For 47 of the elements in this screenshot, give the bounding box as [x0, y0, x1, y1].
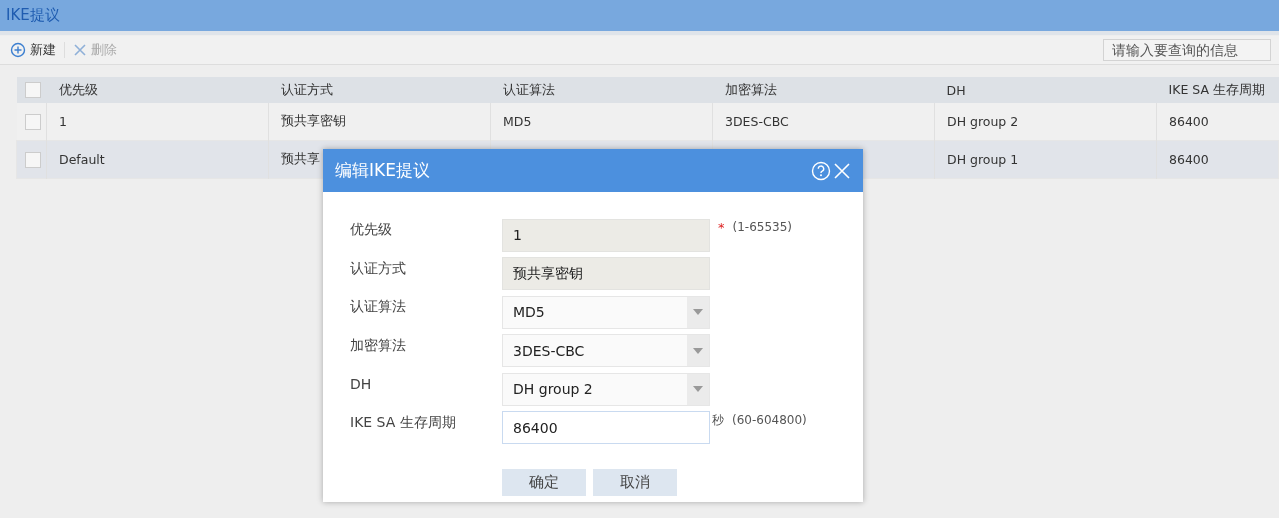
caret-icon	[693, 386, 703, 393]
dropdown[interactable]: 3DES-CBC	[502, 334, 710, 368]
field-label: 认证方式	[350, 259, 407, 278]
column-header[interactable]: 优先级	[58, 81, 98, 97]
help-icon[interactable]	[811, 160, 831, 181]
field-label: 优先级	[350, 221, 393, 240]
dropdown[interactable]: DH group 2	[502, 372, 710, 406]
checkbox[interactable]	[24, 82, 41, 99]
input-field[interactable]: 预共享密钥	[502, 257, 710, 291]
checkbox[interactable]	[24, 113, 41, 130]
table-cell: 预共享	[281, 151, 320, 166]
required-mark: *	[718, 220, 725, 235]
add-icon	[10, 42, 26, 58]
table-cell: 3DES-CBC	[725, 114, 789, 129]
table-cell: DH group 2	[947, 114, 1019, 129]
field-label: DH	[350, 376, 373, 393]
close-icon[interactable]	[833, 161, 851, 180]
checkbox[interactable]	[25, 151, 41, 168]
dialog-title: 编辑IKE提议	[335, 159, 430, 182]
field-label: 加密算法	[350, 336, 407, 355]
input-field[interactable]: 1	[502, 218, 710, 252]
range-hint: (1-65535)	[732, 220, 792, 234]
unit-label: 秒	[712, 411, 724, 429]
table-cell: 1	[59, 114, 67, 129]
table-cell: MD5	[503, 114, 532, 129]
toolbar-button[interactable]: 新建	[8, 41, 58, 59]
caret-icon	[693, 309, 703, 316]
dropdown[interactable]: MD5	[502, 295, 710, 329]
column-header[interactable]: 加密算法	[724, 81, 777, 97]
table-cell: Default	[59, 152, 105, 167]
table-cell: DH group 1	[947, 152, 1019, 167]
table-cell: 86400	[1169, 152, 1209, 167]
column-header[interactable]: 认证方式	[280, 81, 333, 97]
field-label: 认证算法	[350, 298, 407, 317]
dialog-button[interactable]: 取消	[593, 469, 677, 496]
table-cell: 预共享密钥	[281, 113, 346, 128]
table-cell: 86400	[1169, 114, 1209, 129]
caret-icon	[693, 347, 703, 354]
column-header[interactable]: 认证算法	[502, 81, 555, 97]
range-hint: (60-604800)	[732, 412, 807, 427]
window-title: IKE提议	[6, 6, 60, 25]
field-label: IKE SA 生存周期	[350, 413, 457, 432]
input-field[interactable]: 86400	[502, 411, 710, 445]
delete-icon	[73, 43, 87, 57]
dialog-button[interactable]: 确定	[502, 469, 586, 496]
search-field[interactable]: 请输入要查询的信息	[1103, 39, 1271, 61]
column-header[interactable]: DH	[946, 82, 966, 98]
